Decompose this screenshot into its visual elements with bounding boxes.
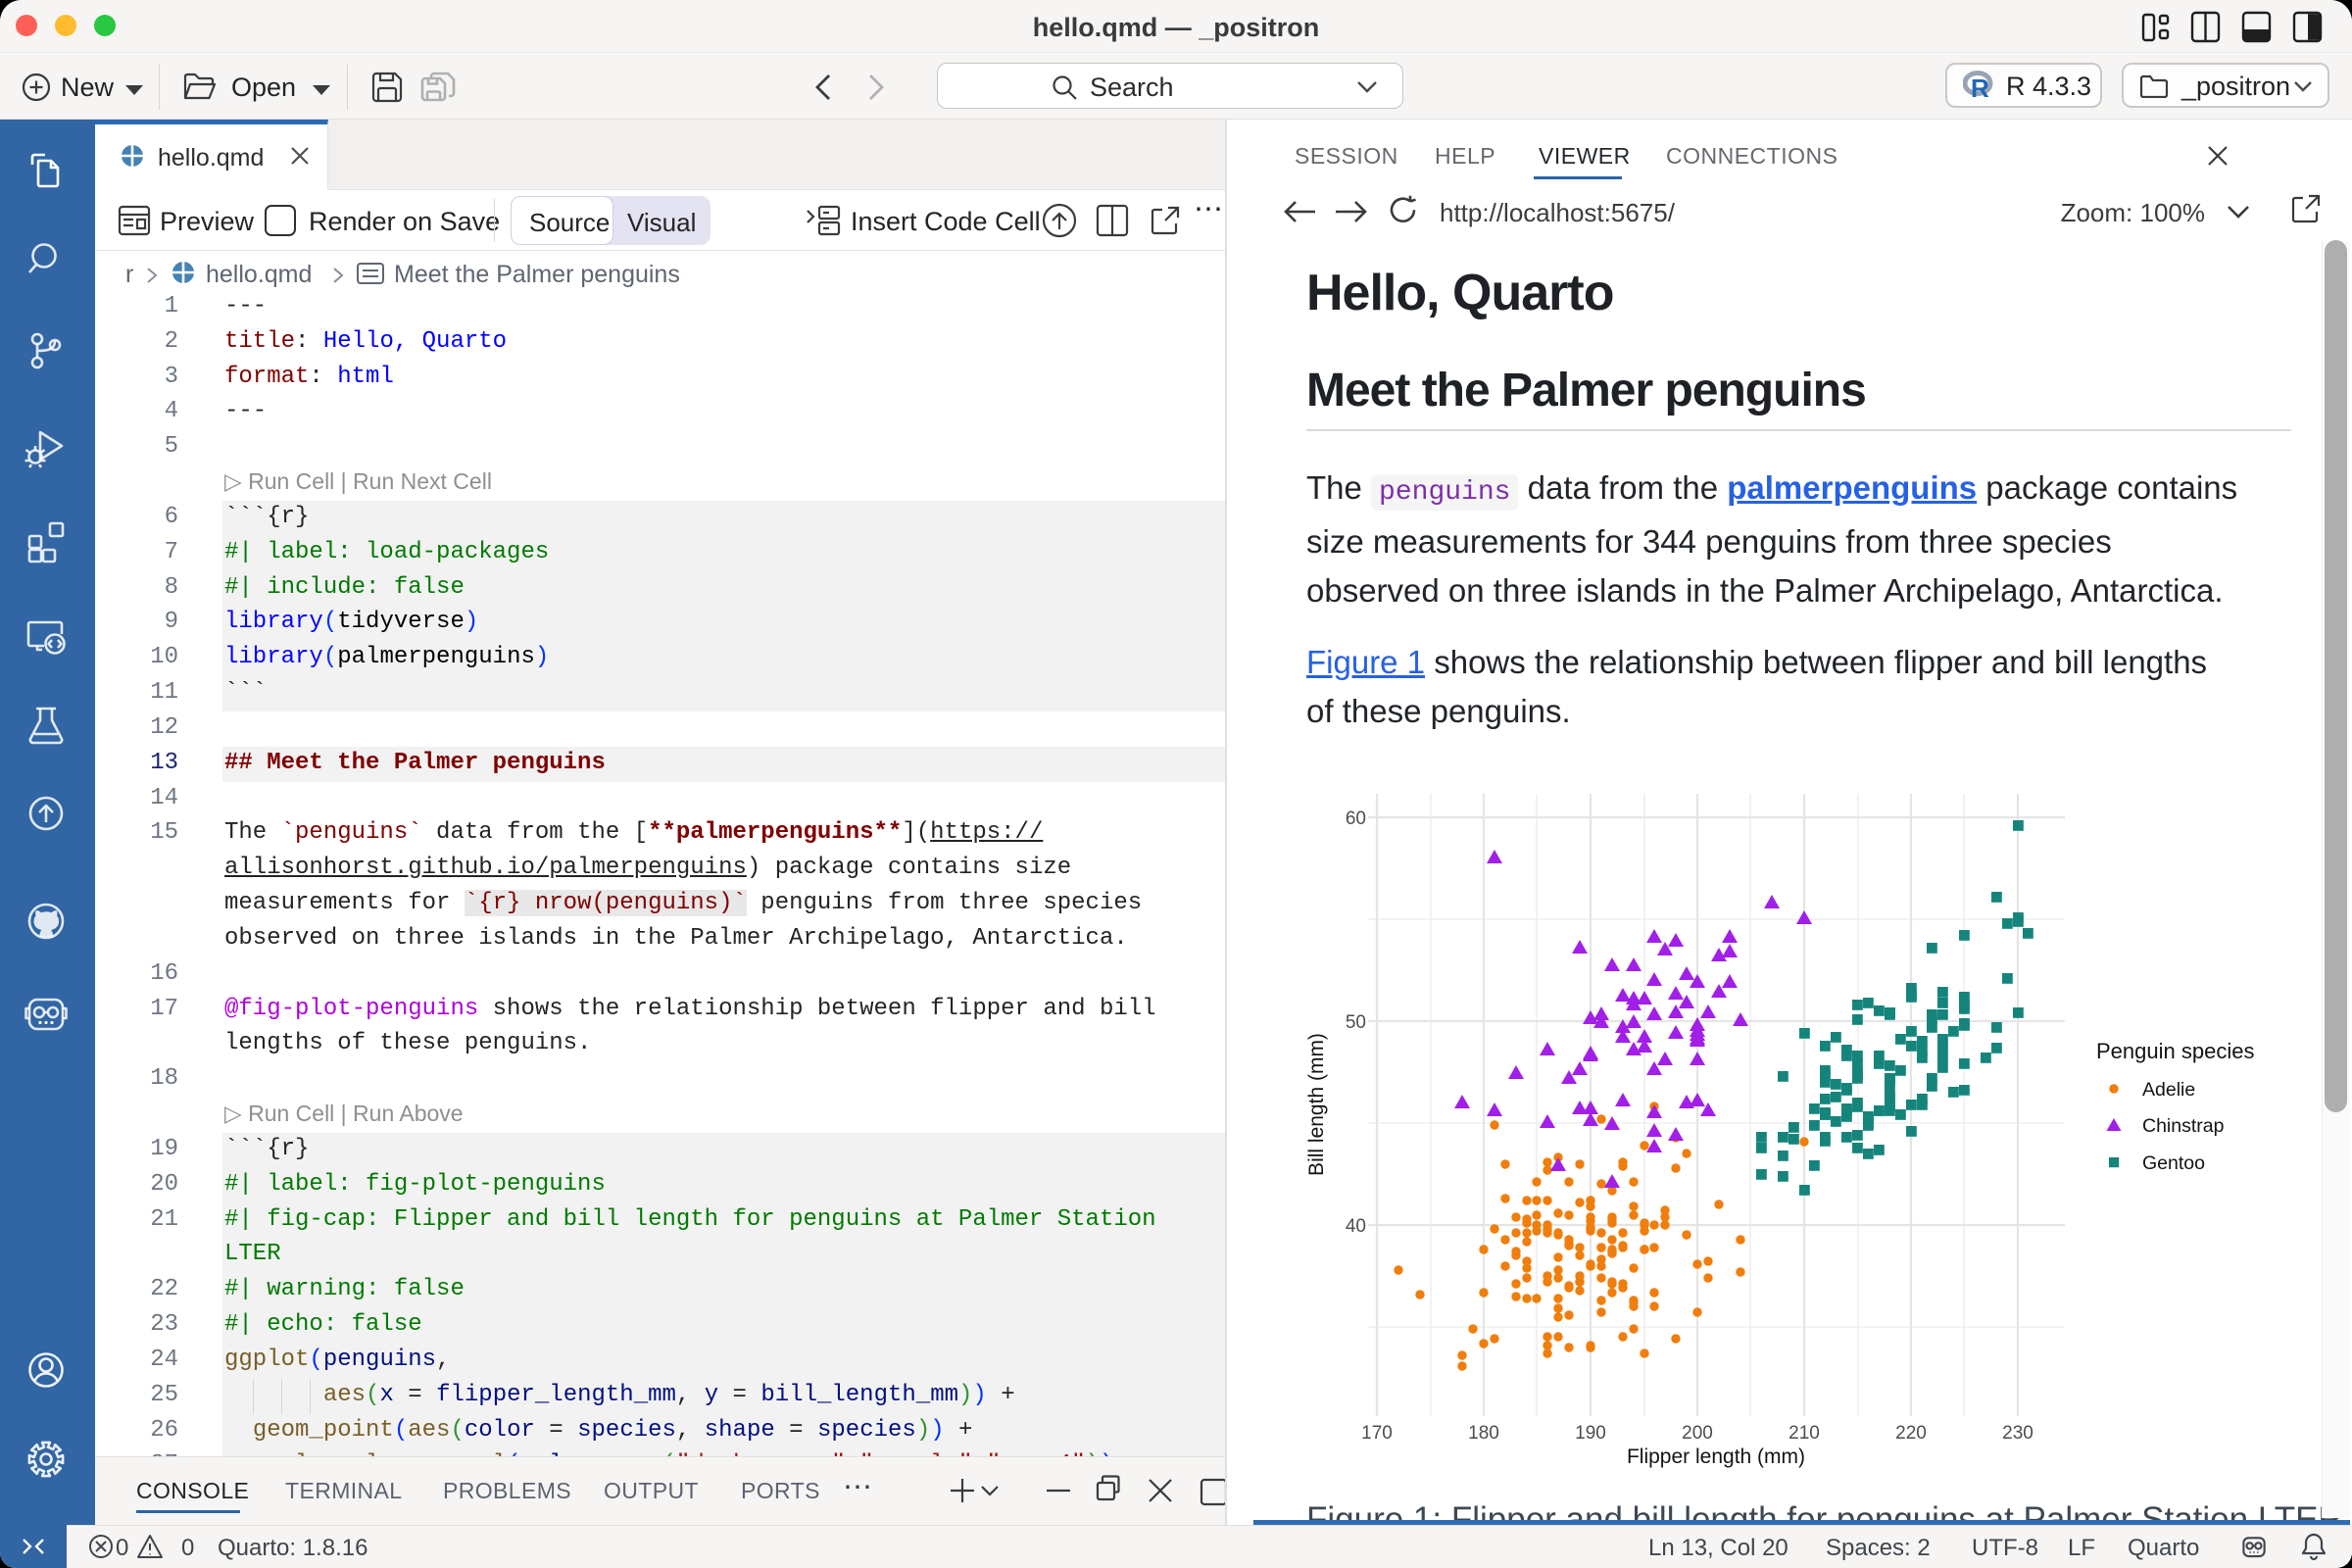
svg-text:170: 170 bbox=[1361, 1423, 1393, 1444]
svg-text:Chinstrap: Chinstrap bbox=[2142, 1115, 2225, 1137]
svg-text:60: 60 bbox=[1346, 808, 1366, 829]
svg-text:Penguin species: Penguin species bbox=[2096, 1039, 2254, 1063]
svg-text:Bill length (mm): Bill length (mm) bbox=[1305, 1033, 1328, 1176]
svg-text:40: 40 bbox=[1346, 1216, 1366, 1237]
svg-text:R: R bbox=[1971, 74, 1989, 100]
svg-text:180: 180 bbox=[1468, 1423, 1499, 1444]
svg-text:230: 230 bbox=[2002, 1423, 2034, 1444]
svg-text:200: 200 bbox=[1682, 1423, 1713, 1444]
svg-text:210: 210 bbox=[1788, 1423, 1820, 1444]
svg-text:190: 190 bbox=[1575, 1423, 1606, 1444]
svg-text:Adelie: Adelie bbox=[2142, 1079, 2195, 1101]
svg-text:Gentoo: Gentoo bbox=[2142, 1152, 2205, 1174]
svg-text:Flipper length (mm): Flipper length (mm) bbox=[1627, 1446, 1805, 1468]
svg-text:220: 220 bbox=[1895, 1423, 1927, 1444]
svg-text:50: 50 bbox=[1346, 1012, 1366, 1033]
